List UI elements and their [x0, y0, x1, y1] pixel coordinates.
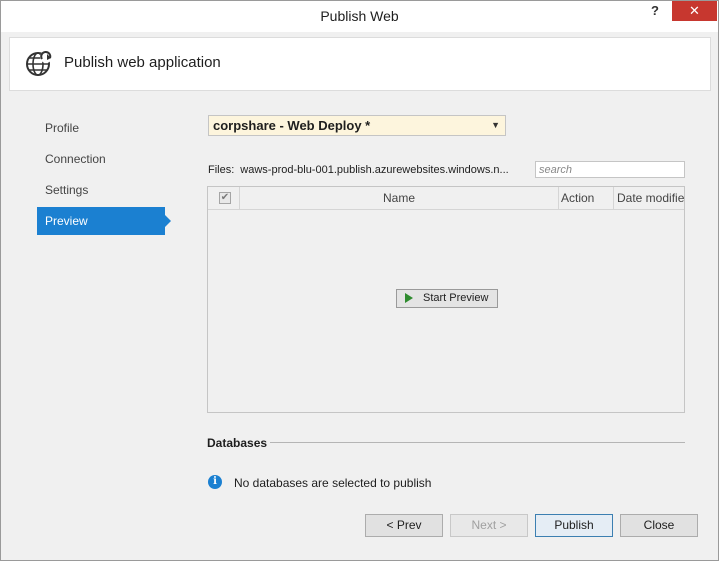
files-label: Files:	[208, 164, 235, 176]
next-button[interactable]: Next >	[450, 514, 528, 537]
grid-header: ✔ Name Action Date modifie	[208, 187, 684, 210]
dialog-header: Publish web application	[9, 37, 711, 91]
close-button[interactable]: Close	[620, 514, 698, 537]
column-header-action[interactable]: Action	[561, 191, 594, 205]
header-title: Publish web application	[64, 54, 221, 71]
profile-select-value: corpshare - Web Deploy *	[213, 118, 371, 133]
column-separator	[558, 187, 559, 209]
column-separator	[613, 187, 614, 209]
select-all-checkbox[interactable]: ✔	[219, 192, 231, 204]
chevron-down-icon: ▼	[491, 120, 500, 130]
file-preview-grid: ✔ Name Action Date modifie Start Preview	[207, 186, 685, 413]
files-destination: waws-prod-blu-001.publish.azurewebsites.…	[240, 164, 509, 176]
play-icon	[405, 293, 413, 303]
window-title: Publish Web	[320, 8, 399, 24]
start-preview-button[interactable]: Start Preview	[396, 289, 498, 308]
help-button[interactable]: ?	[645, 3, 665, 21]
column-header-name[interactable]: Name	[240, 191, 558, 205]
sidebar-item-preview[interactable]: Preview	[37, 207, 165, 235]
column-header-date-modified[interactable]: Date modifie	[617, 191, 684, 205]
profile-select[interactable]: corpshare - Web Deploy * ▼	[208, 115, 506, 136]
publish-button[interactable]: Publish	[535, 514, 613, 537]
search-input[interactable]	[535, 161, 685, 178]
prev-button[interactable]: < Prev	[365, 514, 443, 537]
globe-publish-icon	[26, 51, 52, 76]
sidebar-item-profile[interactable]: Profile	[37, 114, 165, 142]
sidebar-item-connection[interactable]: Connection	[37, 145, 165, 173]
files-row: Files: waws-prod-blu-001.publish.azureweb…	[208, 164, 509, 176]
databases-heading: Databases	[207, 436, 268, 450]
publish-web-dialog: Publish Web ? ✕ Publish web application …	[0, 0, 719, 561]
databases-divider	[270, 442, 685, 443]
sidebar-item-settings[interactable]: Settings	[37, 176, 165, 204]
databases-message: No databases are selected to publish	[234, 476, 432, 490]
window-close-button[interactable]: ✕	[672, 1, 717, 21]
start-preview-label: Start Preview	[423, 292, 489, 304]
info-icon: i	[208, 475, 222, 489]
active-item-arrow	[165, 215, 171, 227]
title-bar: Publish Web ? ✕	[1, 1, 718, 32]
